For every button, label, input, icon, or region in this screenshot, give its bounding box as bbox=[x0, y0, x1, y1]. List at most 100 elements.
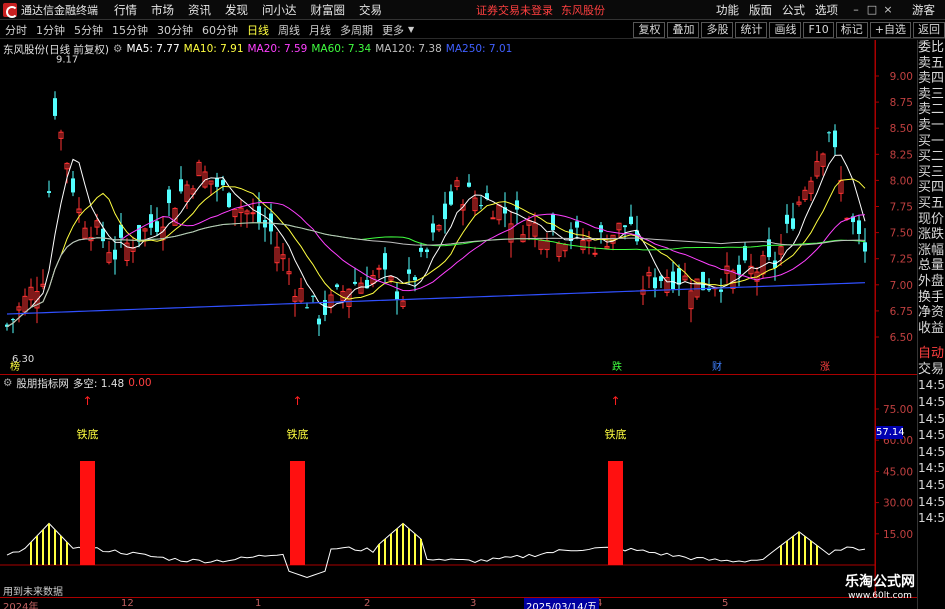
trade-label[interactable]: 交易 bbox=[918, 362, 945, 378]
period-1min[interactable]: 1分钟 bbox=[34, 22, 67, 38]
candle-body bbox=[227, 193, 231, 208]
indicator-panel[interactable]: 75.00 60.00 45.00 30.00 15.00 ↑ 铁底 ↑ 铁底 ↑ 铁底 bbox=[0, 375, 917, 597]
restore-icon[interactable]: □ bbox=[864, 3, 880, 16]
candle-body bbox=[833, 130, 837, 148]
indicator-tick-label: 75.00 bbox=[883, 404, 913, 416]
price-tick-label: 8.50 bbox=[890, 123, 913, 135]
menu-gongshi[interactable]: 公式 bbox=[782, 2, 805, 18]
ma120-line bbox=[6, 222, 866, 328]
quote-sell3: 卖三 bbox=[918, 86, 945, 102]
candle-body bbox=[317, 318, 321, 325]
menu-hangqing[interactable]: 行情 bbox=[114, 2, 137, 18]
indicator-svg[interactable]: 75.0060.0045.0030.0015.00↑铁底↑铁底↑铁底 bbox=[0, 375, 917, 597]
candle-body bbox=[653, 277, 657, 289]
candle-body bbox=[407, 269, 411, 274]
quote-sell1: 卖一 bbox=[918, 117, 945, 133]
auto-label[interactable]: 自动 bbox=[918, 346, 945, 362]
trade-time: 14:56 bbox=[918, 511, 945, 526]
period-daily[interactable]: 日线 bbox=[245, 22, 271, 38]
event-label: 涨 bbox=[820, 361, 830, 373]
zero-value: 0.00 bbox=[128, 377, 152, 389]
candle-body bbox=[827, 132, 831, 134]
more-dropdown-icon[interactable]: ▼ bbox=[408, 25, 414, 34]
candle-body bbox=[629, 216, 633, 225]
price-tick-label: 8.00 bbox=[890, 175, 913, 187]
signal-label: 铁底 bbox=[605, 427, 627, 441]
back-button[interactable]: 返回 bbox=[913, 21, 945, 38]
quote-price: 现价 bbox=[918, 211, 945, 227]
menu-shichang[interactable]: 市场 bbox=[151, 2, 174, 18]
close-icon[interactable]: × bbox=[880, 3, 896, 16]
settings-gear-icon[interactable]: ⚙ bbox=[113, 43, 122, 55]
kline-chart[interactable]: 9.00 8.75 8.50 8.25 8.00 7.75 7.50 7.25 7.00 6.75… bbox=[0, 40, 917, 375]
candle-body bbox=[257, 206, 261, 224]
duogu-button[interactable]: 多股 bbox=[701, 21, 734, 38]
login-alert[interactable]: 证券交易未登录 bbox=[476, 2, 553, 18]
period-multi[interactable]: 多周期 bbox=[338, 22, 375, 38]
ma120-label: MA120: 7.38 bbox=[375, 43, 442, 55]
quote-sell2: 卖二 bbox=[918, 102, 945, 118]
candle-body bbox=[857, 220, 861, 234]
ma5-line bbox=[6, 154, 866, 328]
period-monthly[interactable]: 月线 bbox=[307, 22, 333, 38]
indicator-tick-label: 30.00 bbox=[883, 498, 913, 510]
period-60min[interactable]: 60分钟 bbox=[200, 22, 240, 38]
menu-banmian[interactable]: 版面 bbox=[749, 2, 772, 18]
watermark-sub: www.60lt.com bbox=[848, 591, 912, 601]
candle-body bbox=[719, 289, 723, 292]
kline-svg[interactable]: 9.00 8.75 8.50 8.25 8.00 7.75 7.50 7.25 7.00 6.75… bbox=[0, 40, 917, 375]
period-5min[interactable]: 5分钟 bbox=[72, 22, 105, 38]
f10-button[interactable]: F10 bbox=[803, 21, 834, 38]
signal-arrow-icon: ↑ bbox=[82, 394, 92, 408]
candle-body bbox=[490, 217, 496, 220]
period-fenshi[interactable]: 分时 bbox=[3, 22, 29, 38]
minimize-icon[interactable]: – bbox=[848, 3, 864, 16]
date-tick: 2 bbox=[364, 598, 371, 609]
candle-body bbox=[515, 200, 519, 210]
price-tick-label: 7.00 bbox=[890, 280, 913, 292]
menu-xuanxiang[interactable]: 选项 bbox=[815, 2, 838, 18]
signal-bar bbox=[80, 461, 95, 565]
period-more[interactable]: 更多 bbox=[380, 22, 406, 38]
add-watchlist-button[interactable]: +自选 bbox=[869, 21, 911, 38]
menu-gongneng[interactable]: 功能 bbox=[716, 2, 739, 18]
period-15min[interactable]: 15分钟 bbox=[110, 22, 150, 38]
stock-tag[interactable]: 东风股份 bbox=[561, 2, 605, 18]
candle-body bbox=[376, 267, 382, 270]
tongji-button[interactable]: 统计 bbox=[735, 21, 768, 38]
candle-body bbox=[101, 228, 105, 242]
candle-body bbox=[785, 214, 789, 224]
huaxian-button[interactable]: 画线 bbox=[769, 21, 802, 38]
menu-jiaoyi[interactable]: 交易 bbox=[359, 2, 382, 18]
candle-body bbox=[425, 249, 429, 253]
biaoji-button[interactable]: 标记 bbox=[835, 21, 868, 38]
price-axis-divider bbox=[875, 40, 876, 597]
candle-body bbox=[479, 205, 483, 207]
candle-body bbox=[677, 268, 681, 285]
stock-title[interactable]: 东风股份(日线 前复权) bbox=[3, 42, 109, 57]
period-weekly[interactable]: 周线 bbox=[276, 22, 302, 38]
indicator-settings-icon[interactable]: ⚙ bbox=[3, 377, 12, 389]
indicator-name[interactable]: 股朋指标网 bbox=[16, 376, 69, 391]
guest-label[interactable]: 游客 bbox=[912, 2, 935, 18]
event-label: 榜 bbox=[10, 360, 20, 373]
candle-body bbox=[443, 203, 447, 220]
period-30min[interactable]: 30分钟 bbox=[155, 22, 195, 38]
candle-body bbox=[53, 98, 57, 116]
diejia-button[interactable]: 叠加 bbox=[667, 21, 700, 38]
candle-body bbox=[113, 249, 117, 260]
candle-body bbox=[305, 307, 309, 309]
menu-faxian[interactable]: 发现 bbox=[225, 2, 248, 18]
ma60-label: MA60: 7.34 bbox=[311, 43, 372, 55]
trade-time: 14:56 bbox=[918, 428, 945, 443]
fuquan-button[interactable]: 复权 bbox=[633, 21, 666, 38]
menu-caifuquan[interactable]: 财富圈 bbox=[311, 2, 346, 18]
candle-body bbox=[221, 180, 225, 186]
candle-body bbox=[353, 281, 357, 284]
quote-buy4: 买四 bbox=[918, 180, 945, 196]
candle-body bbox=[311, 295, 315, 297]
menu-wenxiaoda[interactable]: 问小达 bbox=[262, 2, 297, 18]
ma-legend: 东风股份(日线 前复权) ⚙ MA5: 7.77 MA10: 7.91 MA20… bbox=[3, 42, 516, 56]
menu-zixun[interactable]: 资讯 bbox=[188, 2, 211, 18]
event-label: 财 bbox=[712, 360, 722, 373]
